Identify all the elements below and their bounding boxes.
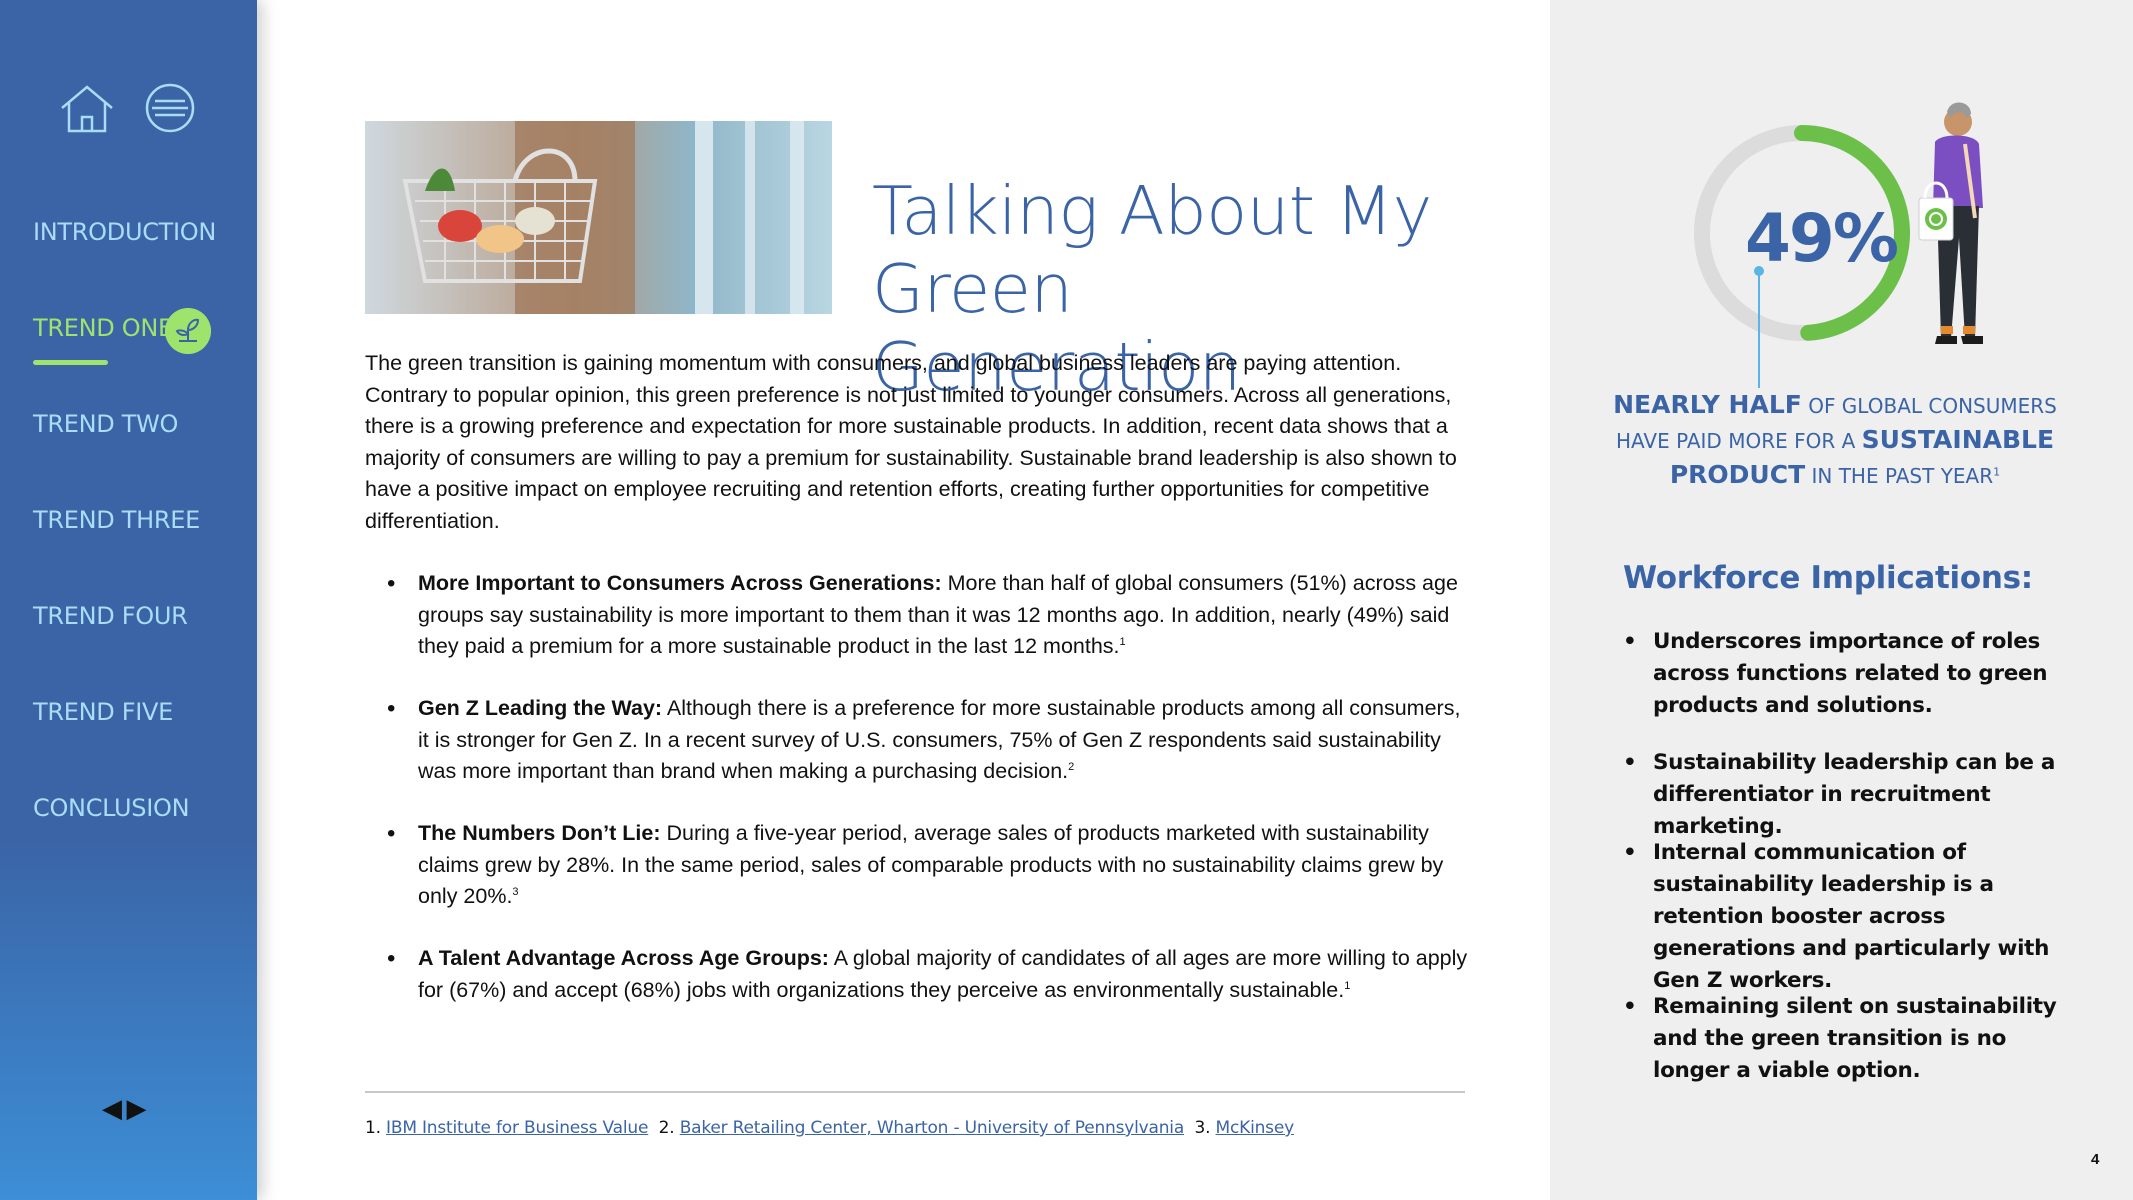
divider: [365, 1091, 1465, 1093]
nav-conclusion[interactable]: CONCLUSION: [33, 794, 190, 822]
bullet-heading: Gen Z Leading the Way:: [418, 696, 663, 720]
footnote-link-wharton[interactable]: Baker Retailing Center, Wharton - Univer…: [680, 1118, 1185, 1138]
list-item: Remaining silent on sustainability and t…: [1623, 991, 2078, 1087]
nav-trend-four[interactable]: TREND FOUR: [33, 602, 188, 630]
nav-introduction[interactable]: INTRODUCTION: [33, 218, 216, 246]
footnote-ref: 2: [1068, 760, 1075, 773]
list-item: More Important to Consumers Across Gener…: [365, 568, 1475, 663]
footnote-link-mckinsey[interactable]: McKinsey: [1216, 1118, 1295, 1138]
list-item: Gen Z Leading the Way: Although there is…: [365, 693, 1475, 788]
footnotes: 1. IBM Institute for Business Value 2. B…: [365, 1118, 1294, 1138]
menu-icon[interactable]: [144, 82, 196, 134]
stat-emphasis: NEARLY HALF: [1613, 390, 1802, 419]
nav-label: TREND FIVE: [33, 698, 174, 726]
nav-label: CONCLUSION: [33, 794, 190, 822]
shopping-basket-photo: [365, 121, 832, 314]
nav-label: TREND TWO: [33, 410, 179, 438]
stat-percent: 49%: [1745, 200, 1899, 277]
page-number: 4: [2091, 1151, 2100, 1168]
sidebar: INTRODUCTION TREND ONE TREND TWO TREND T…: [0, 0, 257, 1200]
workforce-heading: Workforce Implications:: [1623, 560, 2033, 596]
list-item: Underscores importance of roles across f…: [1623, 626, 2078, 722]
stat-emphasis: SUSTAINABLE: [1861, 425, 2055, 454]
footnote-ref: 1: [1119, 635, 1126, 648]
bullet-heading: More Important to Consumers Across Gener…: [418, 571, 942, 595]
nav-label: TREND FOUR: [33, 602, 188, 630]
list-item: Internal communication of sustainability…: [1623, 837, 2078, 997]
plant-icon: [165, 308, 211, 354]
nav-trend-three[interactable]: TREND THREE: [33, 506, 200, 534]
nav-label: TREND ONE: [33, 314, 173, 342]
bullet-heading: A Talent Advantage Across Age Groups:: [418, 946, 829, 970]
stat-caption: NEARLY HALF OF GLOBAL CONSUMERS HAVE PAI…: [1600, 388, 2070, 493]
callout-line: [1758, 270, 1760, 388]
nav-label: INTRODUCTION: [33, 218, 217, 246]
footnote-ref: 1: [1993, 465, 2001, 479]
footnote-number: 2.: [658, 1118, 675, 1138]
triangle-left-icon[interactable]: ◀: [102, 1093, 122, 1124]
page-pager: ◀ ▶: [102, 1093, 146, 1124]
footnote-number: 1.: [365, 1118, 381, 1138]
list-item: The Numbers Don’t Lie: During a five-yea…: [365, 818, 1475, 913]
bullet-heading: The Numbers Don’t Lie:: [418, 821, 661, 845]
active-indicator: [33, 360, 108, 365]
stat-text: OF GLOBAL CONSUMERS: [1801, 394, 2057, 418]
footnote-ref: 1: [1344, 979, 1351, 992]
nav-trend-one[interactable]: TREND ONE: [33, 308, 211, 365]
list-item: A Talent Advantage Across Age Groups: A …: [365, 943, 1475, 1006]
nav-trend-two[interactable]: TREND TWO: [33, 410, 178, 438]
list-item: Sustainability leadership can be a diffe…: [1623, 747, 2078, 843]
title-line: Talking About My: [872, 172, 1432, 250]
intro-paragraph: The green transition is gaining momentum…: [365, 351, 1457, 533]
home-icon[interactable]: [60, 84, 114, 134]
footnote-number: 3.: [1194, 1118, 1211, 1138]
footnote-ref: 3: [512, 885, 519, 898]
footnote-link-ibm[interactable]: IBM Institute for Business Value: [386, 1118, 648, 1138]
triangle-right-icon[interactable]: ▶: [126, 1093, 146, 1124]
stat-text: IN THE PAST YEAR: [1805, 464, 1994, 488]
nav-trend-five[interactable]: TREND FIVE: [33, 698, 173, 726]
stat-text: HAVE PAID MORE FOR A: [1615, 429, 1862, 453]
stat-emphasis: PRODUCT: [1669, 460, 1806, 489]
nav-label: TREND THREE: [33, 506, 200, 534]
person-with-tote-bag-illustration: [1918, 102, 1983, 344]
